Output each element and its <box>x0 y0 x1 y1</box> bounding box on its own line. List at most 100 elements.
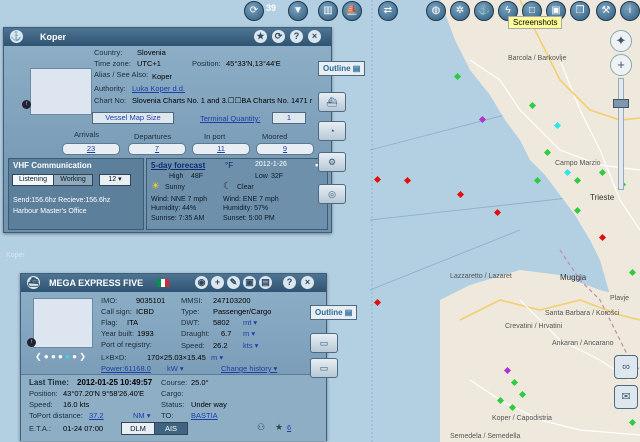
upload-icon[interactable]: ↑ <box>22 100 31 109</box>
destination-link[interactable]: BASTIA <box>191 411 218 420</box>
add-icon[interactable]: + <box>211 276 224 289</box>
authority-link[interactable]: Luka Koper d.d. <box>132 84 185 93</box>
tab-ais[interactable]: AIS <box>154 422 188 435</box>
speed-unit-select[interactable]: kts ▾ <box>243 341 258 350</box>
gear-icon[interactable]: ✲ <box>450 1 470 21</box>
vessel-list-icon[interactable]: ⛴ <box>318 92 346 112</box>
route-icon[interactable]: ⇄ <box>378 1 398 21</box>
star-icon[interactable]: ★ <box>254 30 267 43</box>
edit-icon[interactable]: ✎ <box>227 276 240 289</box>
tonight-humidity: Humidity: 57% <box>223 205 269 212</box>
document-icon[interactable]: ▤ <box>259 276 272 289</box>
tool-icon[interactable]: ⚒ <box>596 1 616 21</box>
compass-icon[interactable]: ✦ <box>610 30 632 52</box>
star-count[interactable]: 6 <box>287 423 291 432</box>
vessel-position-value: 43°07.20'N 9°58'26.40'E <box>63 389 145 398</box>
bookmark-icon[interactable]: ❐ <box>570 1 590 21</box>
close-icon[interactable]: × <box>308 30 321 43</box>
anchor-icon[interactable]: ⚓ <box>474 1 494 21</box>
globe-icon[interactable]: ◍ <box>426 1 446 21</box>
zoom-in-button[interactable]: + <box>610 54 632 76</box>
image-carousel[interactable]: ❮ ● ● ● ● ● ❯ <box>35 352 86 361</box>
change-history-link[interactable]: Change history ▾ <box>221 364 277 373</box>
vessel-panel-header: ⛴ MEGA EXPRESS FIVE ◉ + ✎ ▣ ▤ ? × <box>21 274 326 292</box>
alias-value: Koper <box>152 72 173 81</box>
chart-icon[interactable]: ▥ <box>318 1 338 21</box>
map-label-trieste: Trieste <box>590 193 615 202</box>
temperature-unit-select[interactable]: °F <box>225 161 233 170</box>
terminal-quantity-value[interactable]: 1 <box>272 112 306 124</box>
power-link[interactable]: Power:61168.0 <box>101 364 151 373</box>
ship-icon[interactable]: ⛵ <box>342 1 362 21</box>
toport-distance-label: ToPort distance: <box>29 411 83 420</box>
moon-icon: ☾ <box>223 181 232 192</box>
course-value: 25.0° <box>191 378 209 387</box>
tonight-condition: Clear <box>237 184 254 191</box>
arrivals-count[interactable]: 23 <box>62 143 120 155</box>
high-label: High <box>169 173 184 180</box>
chart-label: Chart No: <box>94 96 127 105</box>
eta-label: E.T.A.: <box>29 424 52 433</box>
ship-icon: ⚓ <box>10 30 23 43</box>
outline-button-bottom[interactable]: Outline ▤ <box>310 305 358 320</box>
type-label: Type: <box>181 307 200 316</box>
refresh-icon[interactable]: ⟳ <box>272 30 285 43</box>
weather-section: 5-day forecast °F 2012-1-26 ➡ High 48F ☀… <box>146 158 328 230</box>
distance-unit-select[interactable]: NM ▾ <box>133 411 151 420</box>
sunrise-time: Sunrise: 7:35 AM <box>151 215 205 222</box>
moored-count[interactable]: 9 <box>256 143 314 155</box>
draught-unit-select[interactable]: m ▾ <box>243 329 255 338</box>
power-unit: kW <box>167 364 178 373</box>
outline-button-top[interactable]: Outline ▤ <box>318 61 366 76</box>
filter-icon[interactable]: ▼ <box>288 1 308 21</box>
forecast-link[interactable]: 5-day forecast <box>151 161 205 170</box>
cycle-icon[interactable]: ◎ <box>318 184 346 204</box>
map-label-muggia: Muggia <box>560 273 587 282</box>
refresh-icon[interactable]: ⟳ <box>244 1 264 21</box>
group-icon[interactable]: ⚇ <box>257 422 265 433</box>
tab-working[interactable]: Working <box>53 174 93 186</box>
toport-distance-value[interactable]: 37.2 <box>89 411 104 420</box>
star-icon[interactable]: ★ <box>275 422 283 433</box>
dwt-unit-select[interactable]: mt ▾ <box>243 318 257 327</box>
port-panel-header: ⚓ Koper ★ ⟳ ? × <box>4 28 331 46</box>
country-value: Slovenia <box>137 48 166 57</box>
close-icon[interactable]: × <box>301 276 314 289</box>
eta-value: 01-24 07:00 <box>63 424 104 433</box>
map-label-semedela: Semedela / Semedella <box>450 433 521 440</box>
imo-label: IMO: <box>101 296 118 305</box>
screenshots-tooltip: Screenshots <box>508 16 563 29</box>
tab-listening[interactable]: Listening <box>12 174 54 186</box>
track-icon[interactable]: ▭ <box>310 333 338 353</box>
chat-icon[interactable]: ✉ <box>614 385 638 409</box>
course-label: Course: <box>161 378 188 387</box>
speed-unit: kts <box>243 341 253 350</box>
eye-icon[interactable]: ◉ <box>195 276 208 289</box>
link-icon[interactable]: ∞ <box>614 355 638 379</box>
position-label: Position: <box>192 59 221 68</box>
upload-icon[interactable]: ↑ <box>27 338 36 347</box>
terminal-quantity-label[interactable]: Terminal Quantity: <box>200 114 260 123</box>
sunset-time: Sunset: 5:00 PM <box>223 215 275 222</box>
channel-select[interactable]: 12 ▾ <box>99 174 131 186</box>
vessel-map-size-button[interactable]: Vessel Map Size <box>92 112 174 124</box>
last-time-value: 2012-01-25 10:49:57 <box>77 378 153 387</box>
tab-dlm[interactable]: DLM <box>121 422 155 435</box>
gauge-icon[interactable]: ◔ <box>318 121 346 141</box>
dimensions-unit: m <box>211 353 218 362</box>
dimensions-unit-select[interactable]: m ▾ <box>211 353 223 362</box>
camera-icon[interactable]: ▣ <box>243 276 256 289</box>
message-icon[interactable]: ▭ <box>310 358 338 378</box>
mmsi-label: MMSI: <box>181 296 203 305</box>
help-icon[interactable]: ? <box>290 30 303 43</box>
zoom-slider[interactable] <box>613 78 629 190</box>
info-icon[interactable]: i <box>620 1 640 21</box>
in-port-count[interactable]: 11 <box>192 143 250 155</box>
power-unit-select[interactable]: kW ▾ <box>167 364 184 373</box>
crane-icon[interactable]: ⚙ <box>318 152 346 172</box>
map-label-barcola: Barcola / Barkovlje <box>508 55 566 62</box>
departures-count[interactable]: 7 <box>128 143 186 155</box>
zoom-slider-handle[interactable] <box>613 99 629 108</box>
map-label-koper-left: Koper <box>6 252 25 259</box>
help-icon[interactable]: ? <box>283 276 296 289</box>
